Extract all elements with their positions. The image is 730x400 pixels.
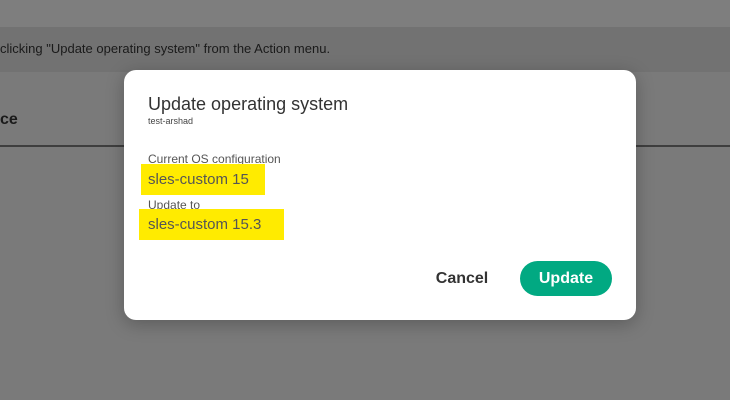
current-os-value-text: sles-custom 15 <box>148 171 249 188</box>
update-to-value: sles-custom 15.3 <box>139 209 284 240</box>
page: clicking "Update operating system" from … <box>0 0 730 400</box>
update-button[interactable]: Update <box>520 261 612 296</box>
current-os-value: sles-custom 15 <box>141 164 265 195</box>
dialog-title: Update operating system <box>148 94 349 114</box>
update-os-dialog: Update operating system test-arshad Curr… <box>124 70 636 320</box>
cancel-button[interactable]: Cancel <box>422 262 502 296</box>
background-banner-text: clicking "Update operating system" from … <box>0 41 331 56</box>
background-header-bar <box>0 0 730 27</box>
dialog-subtitle: test-arshad <box>148 116 194 126</box>
background-column-header: ce <box>0 111 18 128</box>
update-to-value-text: sles-custom 15.3 <box>148 216 262 233</box>
